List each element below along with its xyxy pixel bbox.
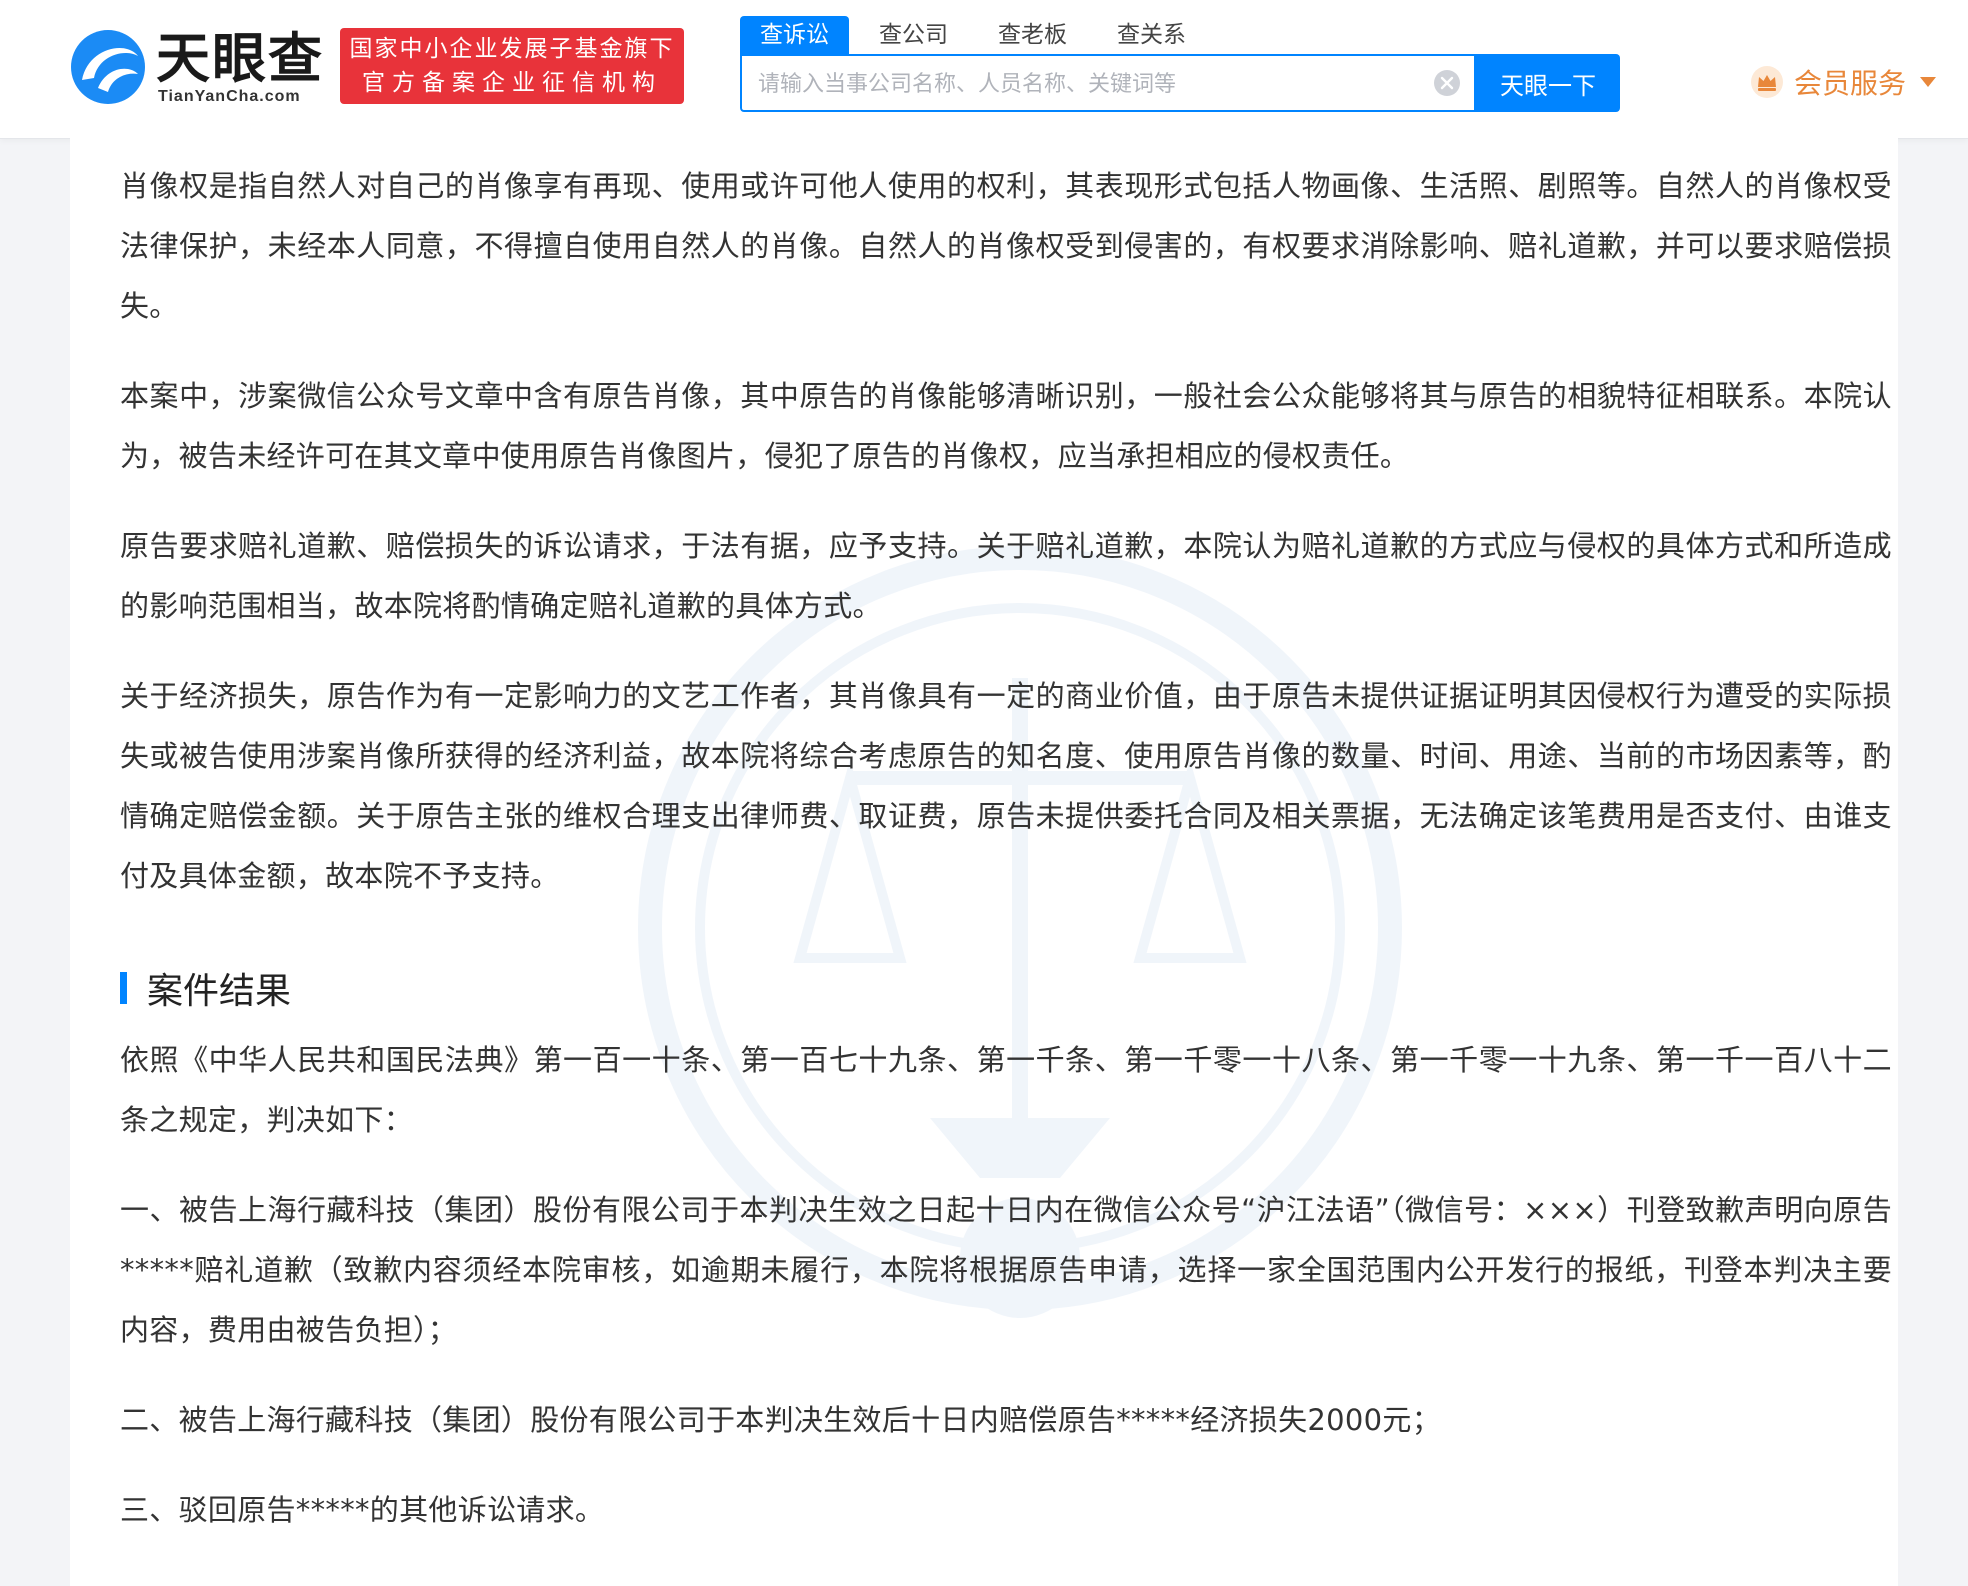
logo-subtext: TianYanCha.com [158,88,301,105]
top-header: 天眼查 TianYanCha.com 国家中小企业发展子基金旗下 官方备案企业征… [0,0,1968,139]
judgment-content: 肖像权是指自然人对自己的肖像享有再现、使用或许可他人使用的权利，其表现形式包括人… [120,156,1892,1570]
verdict-item-3: 三、驳回原告*****的其他诉讼请求。 [120,1493,605,1527]
badge-line-2: 官方备案企业征信机构 [362,70,662,96]
logo-text: 天眼查 [156,27,324,90]
crown-icon [1751,66,1783,98]
search-button[interactable]: 天眼一下 [1476,54,1620,112]
tab-relation[interactable]: 查关系 [1097,16,1206,54]
verdict-item-2: 二、被告上海行藏科技（集团）股份有限公司于本判决生效后十日内赔偿原告*****经… [120,1403,1442,1437]
search-tabs: 查诉讼 查公司 查老板 查关系 [740,16,1216,54]
section-title: 案件结果 [147,971,292,1012]
judgment-card: 肖像权是指自然人对自己的肖像享有再现、使用或许可他人使用的权利，其表现形式包括人… [70,138,1898,1586]
section-header-case-result: 案件结果 [120,958,1892,1018]
search-box [740,54,1476,112]
credential-badge: 国家中小企业发展子基金旗下 官方备案企业征信机构 [340,28,684,104]
tab-lawsuit[interactable]: 查诉讼 [740,16,849,54]
logo-mark-icon [71,30,145,104]
tab-company[interactable]: 查公司 [859,16,968,54]
vip-label: 会员服务 [1794,67,1907,100]
paragraph-portrait-right: 肖像权是指自然人对自己的肖像享有再现、使用或许可他人使用的权利，其表现形式包括人… [120,169,1892,323]
paragraph-apology: 原告要求赔礼道歉、赔偿损失的诉讼请求，于法有据，应予支持。关于赔礼道歉，本院认为… [120,529,1892,623]
paragraph-legal-basis: 依照《中华人民共和国民法典》第一百一十条、第一百七十九条、第一千条、第一千零一十… [120,1043,1892,1137]
clear-icon[interactable] [1434,70,1460,96]
verdict-item-1: 一、被告上海行藏科技（集团）股份有限公司于本判决生效之日起十日内在微信公众号“沪… [120,1193,1892,1347]
tab-boss[interactable]: 查老板 [978,16,1087,54]
clear-x-icon [1440,76,1454,90]
search-input[interactable] [756,56,1420,112]
vip-service-menu[interactable]: 会员服务 [1750,62,1937,102]
chevron-down-icon [1920,77,1937,87]
paragraph-economic-loss: 关于经济损失，原告作为有一定影响力的文艺工作者，其肖像具有一定的商业价值，由于原… [120,679,1892,893]
badge-line-1: 国家中小企业发展子基金旗下 [349,36,675,62]
section-accent-bar [120,972,127,1004]
site-logo[interactable]: 天眼查 TianYanCha.com [68,28,324,106]
paragraph-case-analysis: 本案中，涉案微信公众号文章中含有原告肖像，其中原告的肖像能够清晰识别，一般社会公… [120,379,1892,473]
